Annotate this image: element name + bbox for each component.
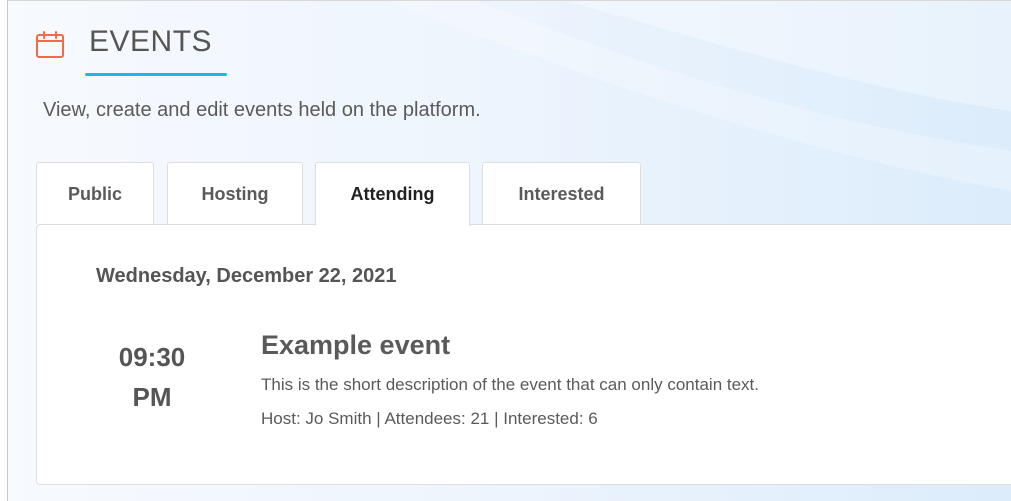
tab-public[interactable]: Public [36, 162, 154, 224]
page-subtitle: View, create and edit events held on the… [43, 99, 481, 121]
event-title[interactable]: Example event [261, 330, 450, 361]
title-underline [85, 73, 227, 76]
date-heading: Wednesday, December 22, 2021 [96, 265, 397, 287]
event-time-ampm: PM [132, 382, 172, 412]
page-title: EVENTS [89, 25, 213, 58]
event-description: This is the short description of the eve… [261, 375, 759, 394]
event-time: 09:30 PM [107, 337, 197, 417]
event-meta: Host: Jo Smith | Attendees: 21 | Interes… [261, 409, 598, 428]
event-time-hm: 09:30 [118, 342, 186, 372]
tab-hosting[interactable]: Hosting [167, 162, 303, 224]
calendar-icon [36, 31, 64, 58]
events-panel: Wednesday, December 22, 2021 09:30 PM Ex… [36, 224, 1011, 485]
tab-interested[interactable]: Interested [482, 162, 641, 224]
tab-attending[interactable]: Attending [315, 162, 470, 226]
events-page: EVENTS View, create and edit events held… [7, 0, 1011, 501]
